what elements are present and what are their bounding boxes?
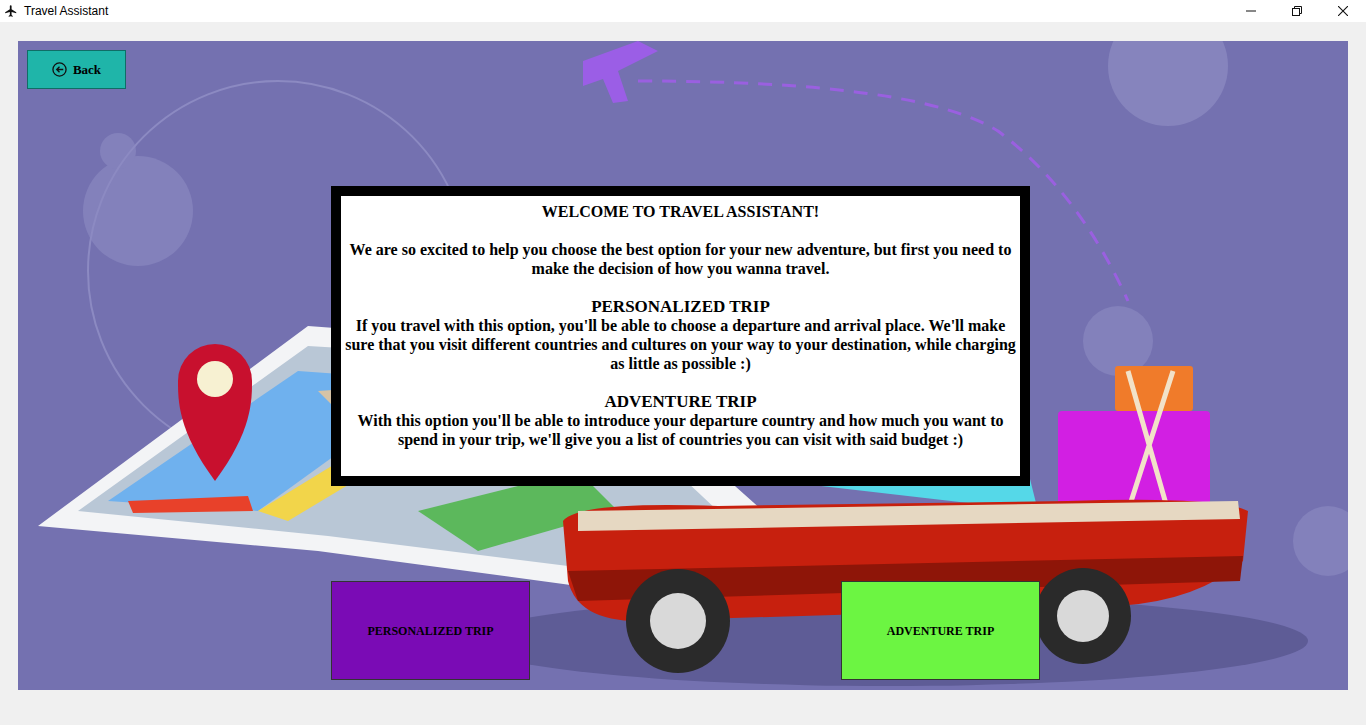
window-controls xyxy=(1228,0,1366,22)
minimize-button[interactable] xyxy=(1228,0,1274,22)
close-button[interactable] xyxy=(1320,0,1366,22)
section-heading: PERSONALIZED TRIP xyxy=(345,297,1016,316)
dialog-section: ADVENTURE TRIPWith this option you'll be… xyxy=(345,392,1016,449)
title-area: Travel Assistant xyxy=(0,2,1228,20)
dialog-title: WELCOME TO TRAVEL ASSISTANT! xyxy=(345,202,1016,221)
back-label: Back xyxy=(73,60,101,80)
welcome-dialog: WELCOME TO TRAVEL ASSISTANT! We are so ex… xyxy=(331,186,1030,486)
close-icon xyxy=(1338,6,1348,16)
section-heading: ADVENTURE TRIP xyxy=(345,392,1016,411)
main-area: Back WELCOME TO TRAVEL ASSISTANT! We are s… xyxy=(0,22,1366,725)
back-button[interactable]: Back xyxy=(27,50,126,89)
trip-option-button[interactable]: ADVENTURE TRIP xyxy=(841,581,1040,680)
restore-icon xyxy=(1292,6,1302,16)
title-bar: Travel Assistant xyxy=(0,0,1366,22)
travel-canvas: Back WELCOME TO TRAVEL ASSISTANT! We are s… xyxy=(18,41,1348,690)
trip-option-button[interactable]: PERSONALIZED TRIP xyxy=(331,581,530,680)
airplane-icon xyxy=(4,4,18,18)
back-arrow-icon xyxy=(52,62,67,77)
window-title: Travel Assistant xyxy=(24,2,108,20)
dialog-section: PERSONALIZED TRIPIf you travel with this… xyxy=(345,297,1016,373)
section-body: With this option you'll be able to intro… xyxy=(345,411,1016,449)
restore-button[interactable] xyxy=(1274,0,1320,22)
dialog-intro: We are so excited to help you choose the… xyxy=(345,240,1016,278)
minimize-icon xyxy=(1246,6,1256,16)
section-body: If you travel with this option, you'll b… xyxy=(345,316,1016,373)
trip-option-label: PERSONALIZED TRIP xyxy=(367,622,493,640)
trip-option-label: ADVENTURE TRIP xyxy=(887,622,994,640)
